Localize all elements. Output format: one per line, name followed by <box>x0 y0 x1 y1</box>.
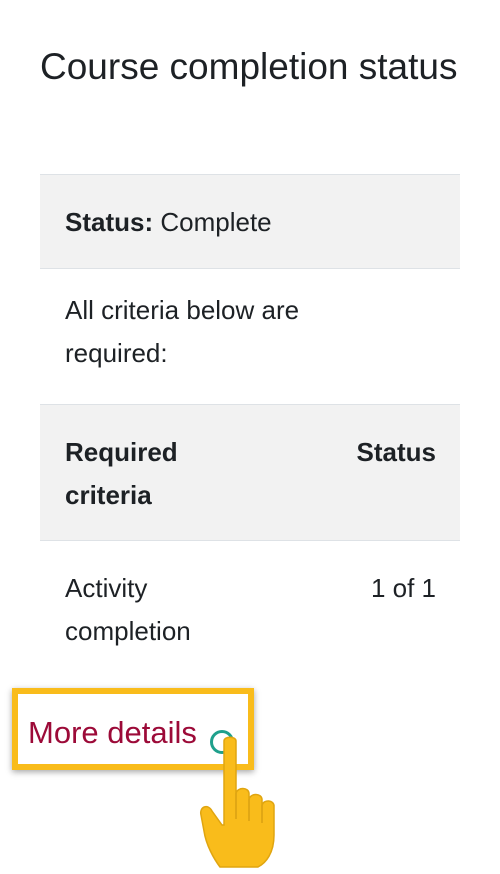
criteria-status: 1 of 1 <box>370 573 436 603</box>
more-details-link[interactable]: More details <box>28 711 197 755</box>
status-row: Status: Complete <box>40 174 460 268</box>
criteria-intro-text: All criteria below are required: <box>65 295 300 368</box>
header-status: Status <box>356 437 436 467</box>
status-label: Status: <box>65 207 154 237</box>
status-text: Status: Complete <box>65 201 272 244</box>
criteria-intro-row: All criteria below are required: <box>40 268 460 404</box>
completion-status-page: Course completion status Status: Complet… <box>0 0 500 874</box>
pointing-hand-icon <box>199 736 275 868</box>
block-title: Course completion status <box>40 46 458 87</box>
table-row: Activity completion 1 of 1 <box>40 540 460 670</box>
criteria-header-row: Required criteria Status <box>40 404 460 540</box>
status-value: Complete <box>160 207 272 237</box>
criteria-name: Activity completion <box>65 573 191 646</box>
completion-table: Status: Complete All criteria below are … <box>40 174 460 670</box>
header-required-criteria: Required criteria <box>65 437 178 510</box>
